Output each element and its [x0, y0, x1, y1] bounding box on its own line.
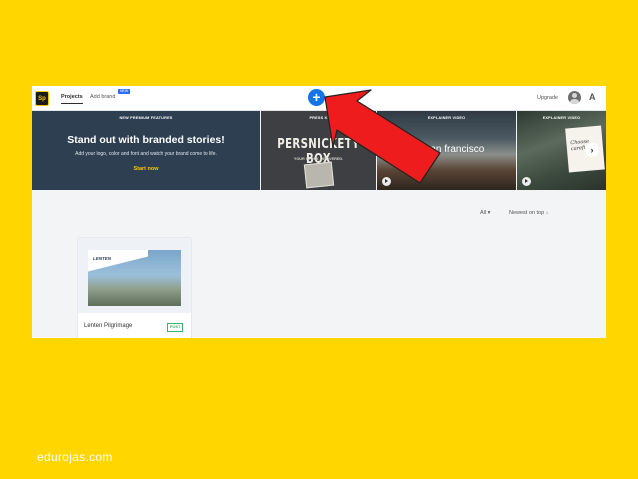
- user-avatar-icon[interactable]: [568, 91, 581, 104]
- thumbnail-overlay: [88, 250, 148, 274]
- press-tagline: YOUR STORY, DELIVERED.: [293, 157, 344, 161]
- play-icon[interactable]: [522, 177, 531, 186]
- plus-icon: +: [312, 89, 321, 105]
- project-title: Lenten Pilgrimage: [84, 323, 133, 329]
- project-card[interactable]: LENTEN Lenten Pilgrimage POST: [78, 238, 191, 338]
- press-kit-banner[interactable]: PRESS K PERSNICKETY BOX YOUR STORY, DELI…: [261, 111, 376, 190]
- tab-add-brand[interactable]: Add brand: [90, 94, 115, 100]
- banner-label: EXPLAINER VIDEO: [542, 116, 581, 120]
- play-icon[interactable]: [382, 177, 391, 186]
- create-project-button[interactable]: +: [308, 89, 325, 106]
- new-badge: NEW: [118, 89, 131, 94]
- banner-label: EXPLAINER VIDEO: [427, 116, 466, 120]
- premium-features-banner[interactable]: NEW PREMIUM FEATURES Stand out with bran…: [32, 111, 260, 190]
- tab-projects[interactable]: Projects: [61, 94, 83, 100]
- banner-headline: Stand out with branded stories!: [67, 134, 225, 146]
- press-photo-image: [303, 161, 335, 189]
- start-now-link[interactable]: Start now: [32, 166, 260, 172]
- active-tab-indicator: [61, 103, 83, 104]
- project-type-badge: POST: [167, 323, 184, 332]
- video-title: o san francisco: [417, 144, 485, 155]
- thumbnail-text: LENTEN: [93, 256, 111, 261]
- spark-logo[interactable]: Sp: [35, 91, 49, 106]
- thumbnail-image: LENTEN: [88, 250, 181, 306]
- top-navigation-bar: Sp Projects Add brand NEW + Upgrade A: [32, 86, 606, 111]
- upgrade-link[interactable]: Upgrade: [537, 95, 558, 101]
- filter-all-dropdown[interactable]: All ▾: [480, 210, 490, 216]
- sort-dropdown[interactable]: Newest on top ↓: [509, 210, 548, 216]
- explainer-video-banner-1[interactable]: EXPLAINER VIDEO o san francisco: [377, 111, 516, 190]
- watermark-text: edurojas.com: [37, 450, 113, 464]
- banner-label: NEW PREMIUM FEATURES: [119, 116, 173, 120]
- adobe-apps-icon[interactable]: A: [589, 92, 596, 102]
- carousel-next-arrow-icon[interactable]: ›: [585, 143, 599, 157]
- project-thumbnail: LENTEN: [78, 238, 191, 313]
- banner-label: PRESS K: [309, 116, 328, 120]
- spark-app-window: Sp Projects Add brand NEW + Upgrade A NE…: [32, 86, 606, 338]
- logo-text: Sp: [38, 95, 46, 102]
- banner-subtext: Add your logo, color and font and watch …: [75, 151, 217, 157]
